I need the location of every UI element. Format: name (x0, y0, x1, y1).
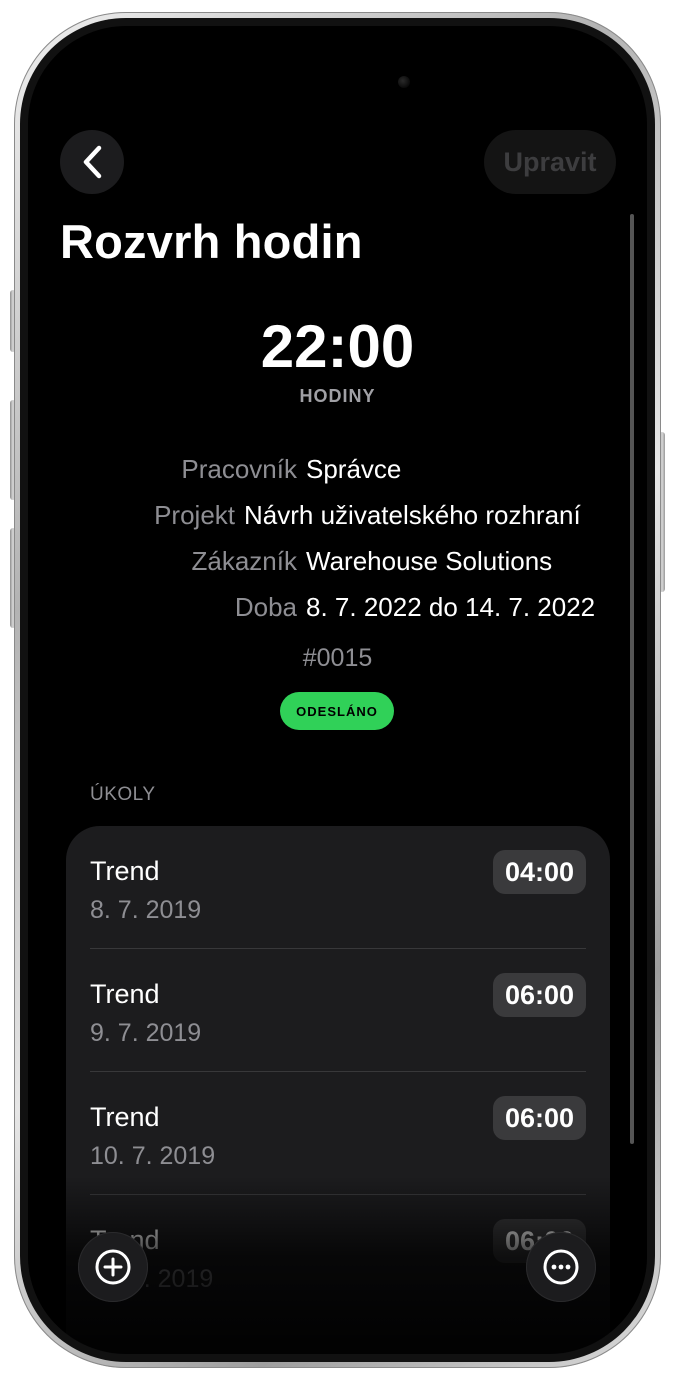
detail-value: Správce (306, 454, 402, 484)
more-options-button[interactable] (526, 1232, 596, 1302)
task-hours-badge: 04:00 (492, 850, 586, 894)
detail-label: Doba (234, 592, 297, 622)
detail-value: Návrh uživatelského rozhraní (244, 500, 581, 530)
task-row[interactable]: Trend 10. 7. 2019 06:00 (66, 1072, 610, 1195)
task-hours-badge: 06:00 (492, 973, 586, 1017)
plus-circle-icon (95, 1249, 131, 1285)
detail-label: Pracovník (181, 454, 297, 484)
device-stage: Upravit Rozvrh hodin 22:00 HODINY Pracov… (0, 0, 675, 1380)
task-row[interactable]: Trend 8. 7. 2019 04:00 (66, 826, 610, 949)
page-title: Rozvrh hodin (60, 215, 363, 268)
detail-project: Projekt Návrh uživatelského rozhraní (28, 500, 647, 534)
detail-customer: Zákazník Warehouse Solutions (28, 546, 647, 580)
app-screen: Upravit Rozvrh hodin 22:00 HODINY Pracov… (28, 26, 647, 1354)
detail-value: Warehouse Solutions (306, 546, 553, 576)
task-date: 10. 7. 2019 (90, 1142, 216, 1170)
task-name: Trend (90, 1102, 160, 1132)
edit-button[interactable]: Upravit (484, 130, 616, 194)
add-task-button[interactable] (78, 1232, 148, 1302)
detail-label: Projekt (154, 500, 235, 530)
status-badge: ODESLÁNO (280, 692, 394, 730)
tasks-section-header: ÚKOLY (90, 784, 156, 805)
detail-worker: Pracovník Správce (28, 454, 647, 488)
task-name: Trend (90, 856, 160, 886)
detail-label: Zákazník (191, 546, 298, 576)
chevron-left-icon (83, 145, 102, 179)
total-hours: 22:00 (260, 313, 415, 380)
detail-period: Doba 8. 7. 2022 do 14. 7. 2022 (28, 592, 647, 626)
hours-caption: HODINY (299, 386, 376, 406)
task-hours-badge: 06:00 (492, 1096, 586, 1140)
task-date: 9. 7. 2019 (90, 1019, 202, 1047)
front-camera (398, 76, 410, 88)
ellipsis-circle-icon (543, 1249, 579, 1285)
detail-value: 8. 7. 2022 do 14. 7. 2022 (306, 592, 596, 622)
back-button[interactable] (60, 130, 124, 194)
document-id: #0015 (302, 644, 373, 672)
task-row[interactable]: Trend 9. 7. 2019 06:00 (66, 949, 610, 1072)
task-date: 8. 7. 2019 (90, 896, 202, 924)
task-name: Trend (90, 979, 160, 1009)
